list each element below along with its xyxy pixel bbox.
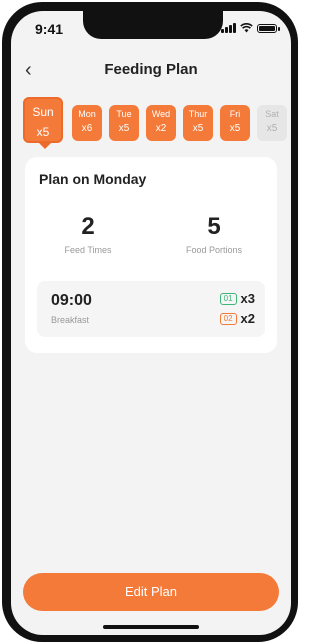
day-count: x5 — [192, 123, 204, 134]
day-name: Thur — [188, 109, 208, 119]
day-count: x5 — [229, 123, 241, 134]
screen: 9:41 ‹ Feeding Plan Sun x5 Mon x6 Tue x5… — [11, 11, 291, 635]
day-tab-fri[interactable]: Fri x5 — [220, 105, 250, 141]
day-tab-wed[interactable]: Wed x2 — [146, 105, 176, 141]
day-name: Wed — [151, 109, 171, 119]
day-name: Sat — [265, 109, 279, 119]
plan-title: Plan on Monday — [39, 171, 147, 187]
day-selector: Sun x5 Mon x6 Tue x5 Wed x2 Thur x5 Fri … — [23, 97, 291, 149]
day-name: Mon — [78, 109, 96, 119]
feed-times-stat: 2 Feed Times — [25, 213, 151, 255]
signal-icon — [221, 23, 236, 33]
day-count: x5 — [36, 125, 50, 139]
page-title: Feeding Plan — [104, 61, 198, 78]
day-count: x5 — [118, 123, 130, 134]
day-tab-thur[interactable]: Thur x5 — [183, 105, 213, 141]
edit-plan-button[interactable]: Edit Plan — [23, 573, 279, 611]
feed-times-label: Feed Times — [64, 245, 112, 255]
phone-frame: 9:41 ‹ Feeding Plan Sun x5 Mon x6 Tue x5… — [2, 2, 298, 642]
food-portions-stat: 5 Food Portions — [151, 213, 277, 255]
header: ‹ Feeding Plan — [11, 57, 291, 85]
day-name: Tue — [116, 109, 132, 119]
day-name: Fri — [229, 109, 241, 119]
day-tab-tue[interactable]: Tue x5 — [109, 105, 139, 141]
day-tab-mon[interactable]: Mon x6 — [72, 105, 102, 141]
battery-icon — [257, 23, 280, 33]
meal-item[interactable]: 09:00 Breakfast 01 x3 02 x2 — [37, 281, 265, 337]
feed-times-value: 2 — [81, 213, 95, 240]
day-count: x5 — [266, 123, 278, 134]
wifi-icon — [240, 23, 253, 33]
portion-row: 02 x2 — [219, 311, 255, 326]
status-icons — [221, 23, 280, 33]
day-tab-sat[interactable]: Sat x5 — [257, 105, 287, 141]
portion-row: 01 x3 — [219, 291, 255, 306]
day-name: Sun — [32, 105, 54, 119]
portion-qty: x3 — [240, 291, 255, 306]
food-portions-label: Food Portions — [185, 245, 243, 255]
meal-time: 09:00 — [51, 292, 92, 309]
day-tab-sun[interactable]: Sun x5 — [23, 97, 63, 149]
status-time: 9:41 — [35, 21, 64, 37]
notch — [83, 11, 223, 39]
portion-qty: x2 — [240, 311, 255, 326]
day-count: x6 — [81, 123, 93, 134]
portion-tag: 02 — [219, 312, 237, 325]
food-portions-value: 5 — [207, 213, 221, 240]
plan-card: Plan on Monday 2 Feed Times 5 Food Porti… — [25, 157, 277, 353]
meal-name: Breakfast — [51, 315, 90, 325]
portion-tag: 01 — [219, 292, 237, 305]
home-indicator — [103, 625, 199, 629]
day-count: x2 — [155, 123, 167, 134]
